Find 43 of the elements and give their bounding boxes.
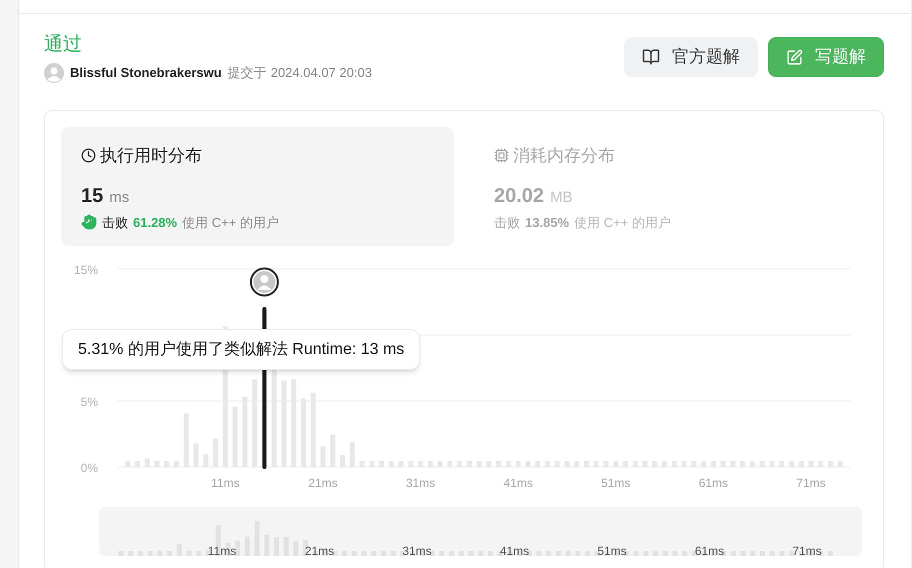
submitted-time: 2024.04.07 20:03 <box>270 64 372 82</box>
stat-value: 20.02 <box>494 184 544 208</box>
stat-unit: ms <box>109 188 130 208</box>
edit-icon <box>786 48 803 66</box>
brush-axis-label: 71ms <box>792 544 822 556</box>
x-axis-label: 21ms <box>308 476 338 490</box>
clap-icon <box>81 214 97 230</box>
verdict-status: 通过 <box>44 33 83 57</box>
x-axis-label: 71ms <box>796 476 826 490</box>
brush-axis-label: 21ms <box>304 544 334 556</box>
user-avatar <box>44 63 64 83</box>
x-axis-label: 61ms <box>698 476 728 490</box>
stat-value: 15 <box>81 184 104 208</box>
brush-axis-label: 31ms <box>402 544 432 556</box>
stat-unit: MB <box>550 188 573 208</box>
y-axis-label: 15% <box>74 263 98 277</box>
stat-card[interactable]: 执行用时分布 15 ms 击败 61.28% 使用 C++ 的用户 <box>61 127 454 246</box>
beat-description: 使用 C++ 的用户 <box>574 214 671 232</box>
stat-title: 消耗内存分布 <box>513 145 615 167</box>
chip-icon <box>494 148 509 164</box>
submitted-label: 提交于 <box>228 64 267 82</box>
y-axis-label: 5% <box>80 395 98 409</box>
x-axis-label: 41ms <box>504 476 533 490</box>
beat-label: 击败 <box>102 214 128 232</box>
clock-icon <box>81 148 96 164</box>
x-axis-label: 51ms <box>601 476 630 490</box>
brush-axis-label: 61ms <box>694 544 724 556</box>
beat-percent: 61.28% <box>133 214 178 232</box>
username[interactable]: Blissful Stonebrakerswu <box>70 63 222 83</box>
official-solution-button[interactable]: 官方题解 <box>624 37 758 77</box>
y-axis-label: 0% <box>80 461 98 475</box>
brush-axis-label: 41ms <box>500 544 530 556</box>
stat-title: 执行用时分布 <box>100 145 202 167</box>
x-axis-label: 11ms <box>211 476 240 490</box>
chart-tooltip: 5.31% 的用户使用了类似解法 Runtime: 13 ms <box>62 329 420 370</box>
x-axis-label: 31ms <box>406 476 436 490</box>
brush-axis-label: 51ms <box>597 544 627 556</box>
beat-label: 击败 <box>494 214 520 232</box>
beat-description: 使用 C++ 的用户 <box>182 214 279 232</box>
beat-percent: 13.85% <box>525 214 570 232</box>
range-brush[interactable]: 11ms 21ms 31ms 41ms 51ms 61ms 71ms <box>99 507 862 556</box>
book-icon <box>642 48 660 66</box>
brush-axis-label: 11ms <box>208 544 236 556</box>
